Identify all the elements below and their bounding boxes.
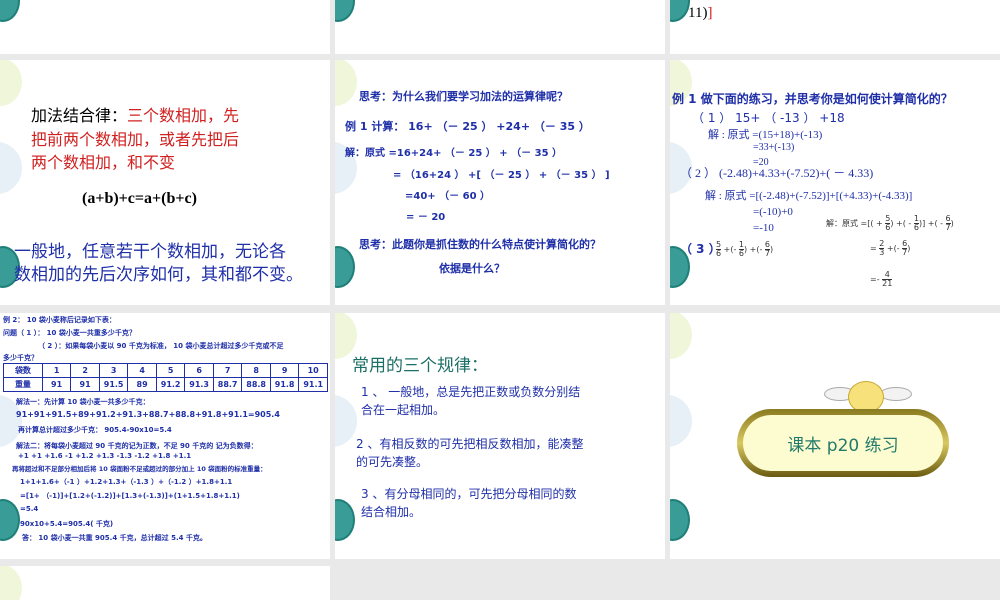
- problem-3-step: = 23 +(- 6 7): [870, 239, 911, 257]
- balloon-decoration: [0, 566, 22, 600]
- general-rule-line: 数相加的先后次序如何，其和都不变。: [14, 265, 303, 285]
- slide-thumbnail-7[interactable]: 例 2： 10 袋小麦称后记录如下表： 问题（ 1 ）： 10 袋小麦一共重多少…: [0, 313, 330, 559]
- balloon-decoration: [670, 0, 690, 22]
- example-line: 多少千克？: [3, 354, 38, 362]
- balloon-decoration: [335, 0, 355, 22]
- solution-line: =5.4: [20, 505, 39, 513]
- fragment-red-text: ]: [707, 5, 713, 21]
- exercise-label: 课本 p20 练习: [743, 415, 943, 471]
- slide-thumbnail-5[interactable]: 思考：为什么我们要学习加法的运算律呢？ 例 1 计算： 16+ （－ 25 ） …: [335, 60, 665, 305]
- solution-line: 解法一：先计算 10 袋小麦一共多少千克：: [16, 398, 150, 406]
- law-title: 加法结合律：三个数相加，先: [31, 102, 239, 126]
- problem-3-solution: 解：原式 =[( + 5 6) +( - 1 6)] +( - 6 7): [826, 214, 954, 232]
- answer-line: 答： 10 袋小麦一共重 905.4 千克，总计超过 5.4 千克。: [22, 534, 207, 542]
- balloon-decoration: [0, 0, 20, 22]
- balloon-decoration: [670, 313, 692, 359]
- rule-line: 3 、有分母相同的，可先把分母相同的数: [361, 487, 577, 501]
- rule-line: 结合相加。: [361, 505, 422, 519]
- exercise-plaque: 课本 p20 练习: [737, 409, 949, 477]
- slide-thumbnail-3[interactable]: 11)]: [670, 0, 1000, 54]
- fragment-text: 11): [688, 5, 708, 21]
- solution-line: 再将超过和不足部分相加后将 10 袋面粉不足或超过的部分加上 10 袋面粉的标准…: [12, 465, 267, 473]
- think-question: 依据是什么？: [439, 262, 505, 275]
- solution-step: =33+(-13): [753, 142, 795, 153]
- slide-thumbnail-9[interactable]: 课本 p20 练习: [670, 313, 1000, 559]
- rules-title: 常用的三个规律：: [352, 356, 488, 376]
- solution-step: =(-10)+0: [753, 206, 793, 218]
- balloon-decoration: [335, 395, 357, 447]
- rule-line: 的可先凑整。: [356, 455, 429, 469]
- balloon-decoration: [0, 499, 20, 541]
- solution-step: 解 : 原式 =(15+18)+(-13): [708, 129, 823, 141]
- formula: (a+b)+c=a+(b+c): [82, 190, 197, 207]
- balloon-decoration: [670, 499, 690, 541]
- example-title: 例 1 做下面的练习，并思考你是如何使计算简化的？: [672, 92, 953, 106]
- balloon-decoration: [335, 499, 355, 541]
- solution-step: = （16+24 ） +[ （－ 25 ） + （－ 35 ） ]: [393, 170, 610, 181]
- problem-3-result: =- 4 21: [870, 270, 893, 288]
- table-row: 重量 91 91 91.5 89 91.2 91.3 88.7 88.8 91.8 91.1: [3, 377, 328, 392]
- table-header-row: 袋数 1 2 3 4 5 6 7 8 9 10: [3, 363, 328, 378]
- solution-step: =40+ （－ 60 ）: [405, 191, 491, 202]
- example-line: 例 2： 10 袋小麦称后记录如下表：: [3, 316, 116, 324]
- rule-line: 合在一起相加。: [361, 403, 446, 417]
- slide-thumbnail-6[interactable]: 例 1 做下面的练习，并思考你是如何使计算简化的？ （ 1 ） 15+ （ -1…: [670, 60, 1000, 305]
- balloon-decoration: [335, 246, 355, 288]
- wheat-weight-table: 袋数 1 2 3 4 5 6 7 8 9 10 重量 91 91 91.5 89 91.2 91.3 88.7 88…: [3, 363, 328, 392]
- solution-line: +1 +1 +1.6 -1 +1.2 +1.3 -1.3 -1.2 +1.8 +…: [18, 452, 192, 460]
- example-line: （ 2 ）：如果每袋小麦以 90 千克为标准， 10 袋小麦总计超过多少千克或不…: [38, 342, 284, 350]
- solution-line: =[1+ （-1)]+[1.2+(-1.2)]+[1.3+(-1.3)]+(1+…: [20, 492, 240, 500]
- slide-thumbnail-8[interactable]: 常用的三个规律： 1 、 一般地，总是先把正数或负数分别结 合在一起相加。 2 …: [335, 313, 665, 559]
- think-question: 思考：为什么我们要学习加法的运算律呢？: [359, 90, 568, 103]
- example-line: 问题（ 1 ）： 10 袋小麦一共重多少千克？: [3, 329, 136, 337]
- slide-thumbnail-10[interactable]: [0, 566, 330, 600]
- think-question: 思考：此题你是抓住数的什么特点使计算简化的？: [359, 238, 601, 251]
- problem-3: （ 3 ）: [680, 242, 721, 256]
- solution-line: 90x10+5.4=905.4( 千克): [20, 520, 114, 528]
- problem-3-expression: 56 +(- 1 6) +(- 6 7): [716, 240, 774, 258]
- balloon-decoration: [0, 142, 22, 194]
- problem-2: （ 2 ） (-2.48)+4.33+(-7.52)+( － 4.33): [680, 166, 874, 180]
- example-problem: 例 1 计算： 16+ （－ 25 ） +24+ （－ 35 ）: [345, 120, 590, 133]
- solution-line: 91+91+91.5+89+91.2+91.3+88.7+88.8+91.8+9…: [16, 410, 280, 419]
- text-fragment: 11)]: [688, 5, 712, 22]
- solution-step: = － 20: [406, 212, 446, 223]
- balloon-decoration: [670, 395, 692, 447]
- solution-step: 解：原式 =16+24+ （－ 25 ） + （－ 35 ）: [345, 148, 563, 159]
- balloon-decoration: [335, 60, 357, 106]
- solution-step: =-10: [753, 222, 774, 234]
- problem-1: （ 1 ） 15+ （ -13 ） +18: [692, 111, 845, 125]
- balloon-decoration: [0, 60, 22, 106]
- solution-line: 再计算总计超过多少千克： 905.4-90x10=5.4: [18, 426, 172, 434]
- slide-thumbnail-2[interactable]: [335, 0, 665, 54]
- rule-line: 2 、有相反数的可先把相反数相加，能凑整: [356, 437, 584, 451]
- rule-line: 1 、 一般地，总是先把正数或负数分别结: [361, 385, 581, 399]
- angel-wing-icon: [880, 387, 912, 401]
- law-text: 三个数相加，先: [127, 106, 240, 125]
- solution-line: 解法二：将每袋小麦超过 90 千克的记为正数，不足 90 千克的 记为负数得：: [16, 442, 258, 450]
- slide-thumbnail-1[interactable]: [0, 0, 330, 54]
- law-text-line: 把前两个数相加，或者先把后: [31, 130, 240, 149]
- law-label: 加法结合律：: [31, 106, 128, 125]
- solution-line: 1+1+1.6+（-1 ）+1.2+1.3+（-1.3 ）+（-1.2 ）+1.…: [20, 478, 233, 486]
- law-text-line: 两个数相加，和不变: [31, 153, 176, 172]
- general-rule-line: 一般地，任意若干个数相加，无论各: [14, 242, 286, 262]
- slide-thumbnail-4[interactable]: 加法结合律：三个数相加，先 把前两个数相加，或者先把后 两个数相加，和不变 (a…: [0, 60, 330, 305]
- solution-step: 解 : 原式 =[(-2.48)+(-7.52)]+[(+4.33)+(-4.3…: [705, 190, 913, 202]
